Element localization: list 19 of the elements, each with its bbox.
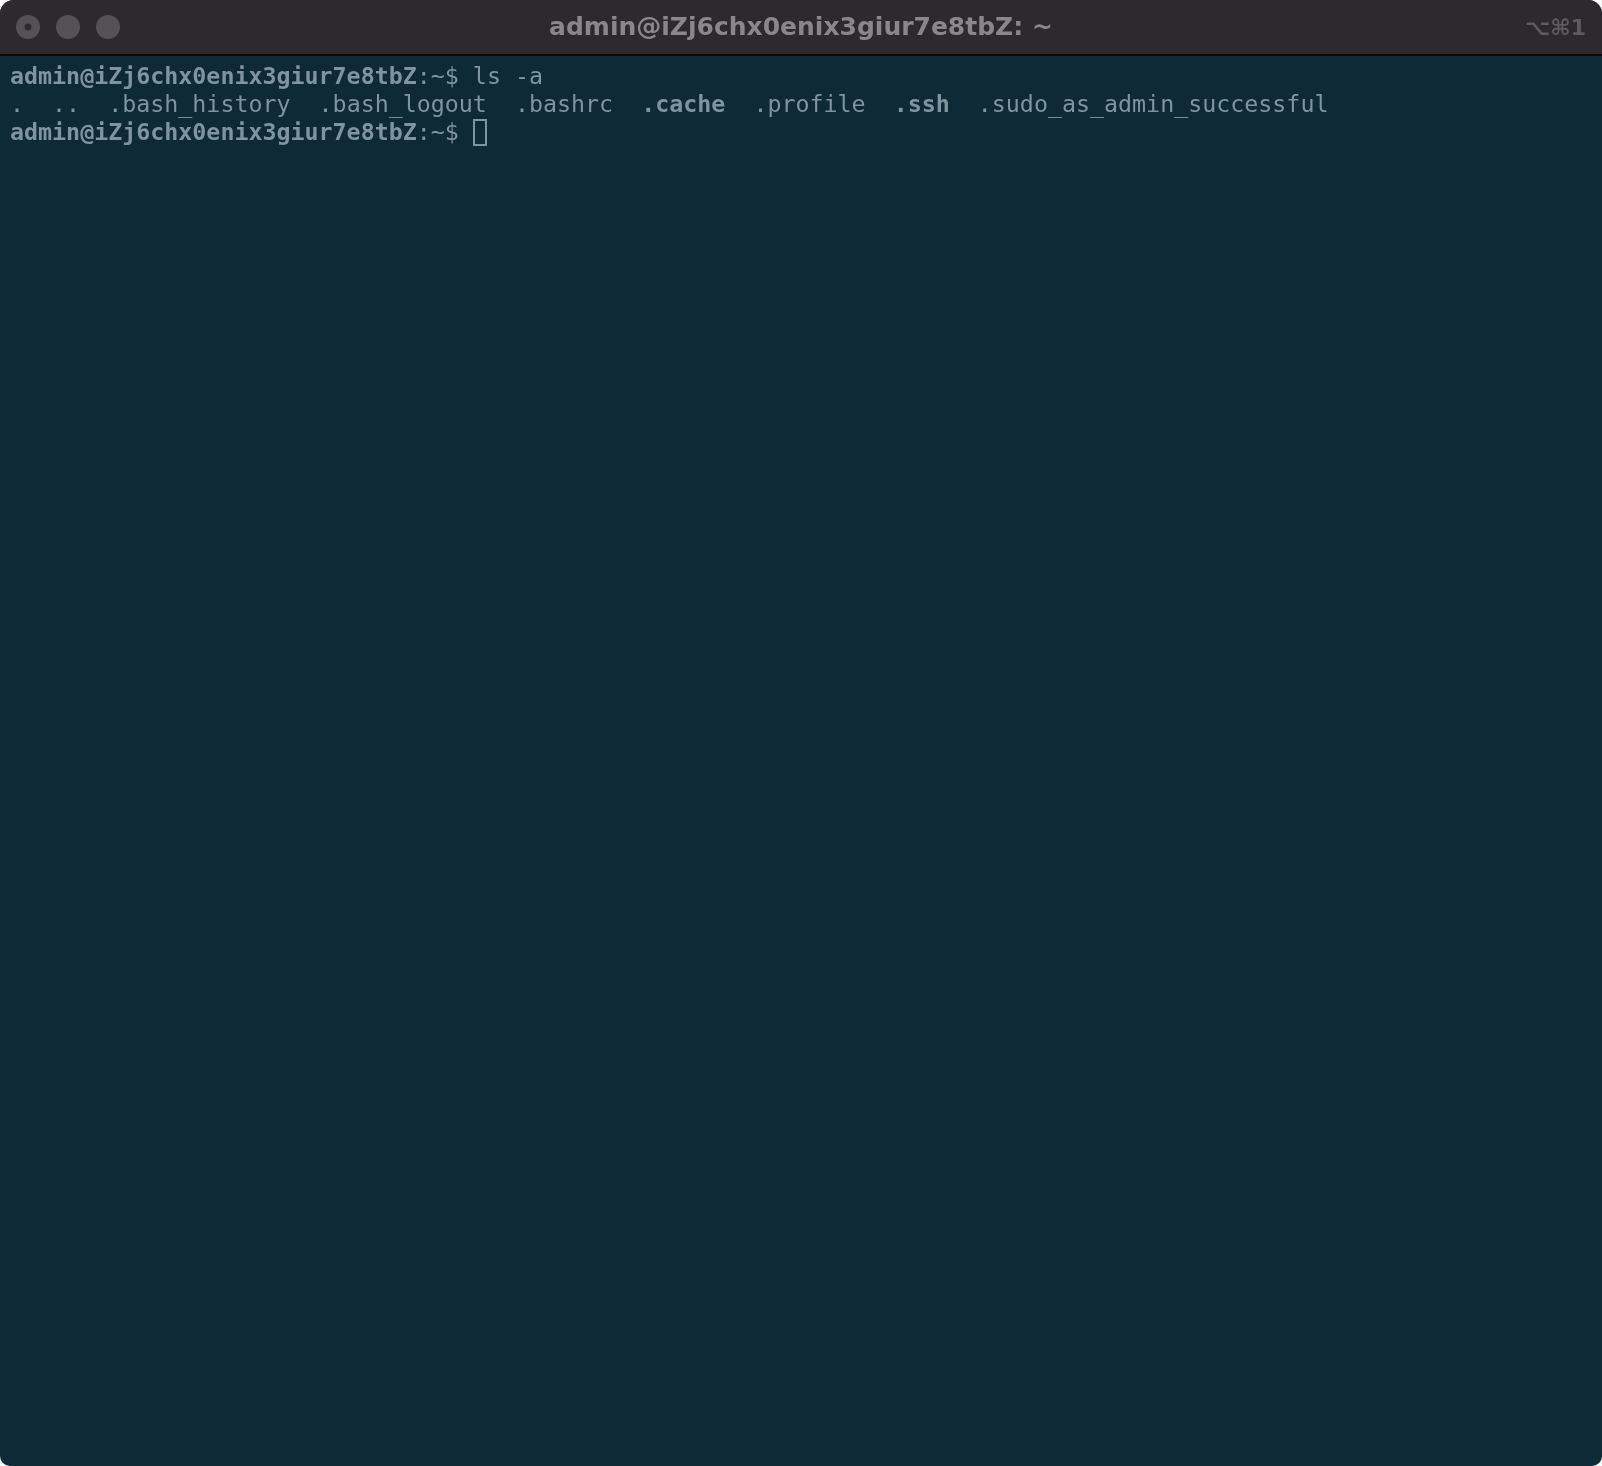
window-title: admin@iZj6chx0enix3giur7e8tbZ: ~	[549, 12, 1053, 42]
prompt-user: admin@iZj6chx0enix3giur7e8tbZ	[10, 62, 417, 90]
dot-icon	[24, 23, 32, 31]
file-name: .sudo_as_admin_successful	[977, 90, 1329, 118]
file-name: .profile	[753, 90, 866, 118]
prompt-user: admin@iZj6chx0enix3giur7e8tbZ	[10, 118, 417, 146]
file-name: ..	[52, 90, 81, 118]
minimize-button[interactable]	[56, 15, 80, 39]
zoom-button[interactable]	[96, 15, 120, 39]
prompt-path: :~$	[416, 118, 459, 146]
file-name: .bash_logout	[318, 90, 487, 118]
file-name: .bash_history	[108, 90, 291, 118]
close-button[interactable]	[16, 15, 40, 39]
prompt-path: :~$	[416, 62, 459, 90]
file-name: .ssh	[893, 90, 950, 118]
file-name: .cache	[641, 90, 726, 118]
command-text: ls -a	[471, 62, 543, 90]
file-name: .bashrc	[514, 90, 614, 118]
file-name: .	[10, 90, 25, 118]
